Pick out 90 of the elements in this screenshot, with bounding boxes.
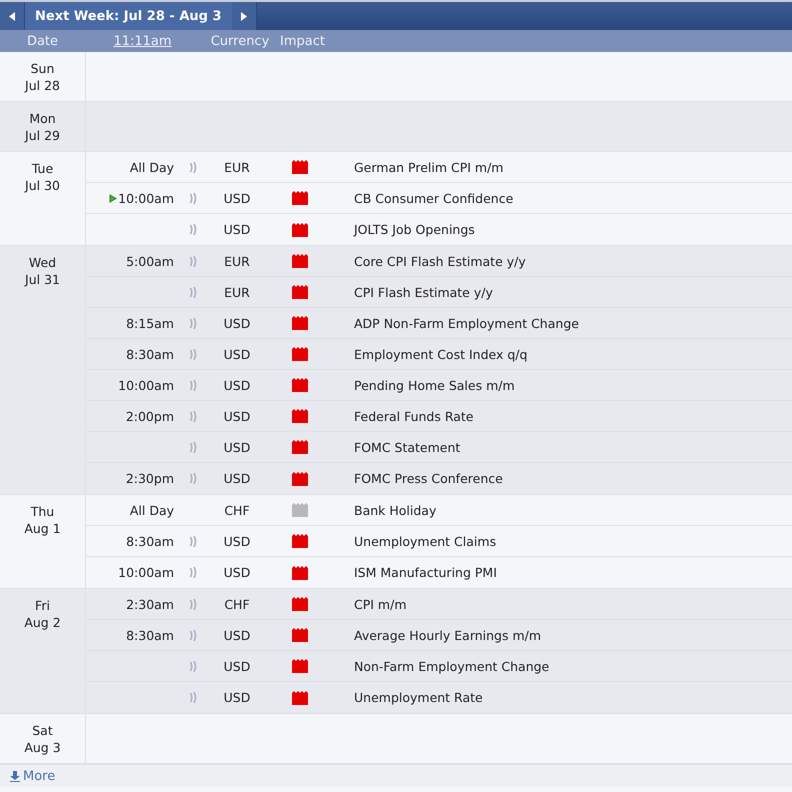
- sound-wave-icon[interactable]: [188, 223, 198, 236]
- sound-wave-icon[interactable]: [188, 286, 198, 298]
- week-title: Next Week: Jul 28 - Aug 3: [25, 2, 232, 30]
- sound-wave-icon[interactable]: [188, 440, 198, 454]
- currency-code: USD: [222, 440, 252, 454]
- event-time: All Day: [130, 502, 174, 518]
- event-title[interactable]: Federal Funds Rate: [337, 408, 474, 424]
- event-title[interactable]: FOMC Statement: [337, 440, 460, 454]
- currency-code: EUR: [223, 160, 251, 174]
- currency-code: USD: [222, 190, 252, 206]
- right-arrow-icon: [240, 12, 247, 20]
- event-time: 2:00pm: [126, 408, 174, 424]
- event-time: All Day: [130, 160, 174, 174]
- date-column-header: Date: [26, 34, 60, 48]
- next-week-button[interactable]: [232, 2, 257, 30]
- currency-code: USD: [222, 690, 252, 705]
- sound-wave-icon[interactable]: [188, 160, 198, 174]
- previous-week-button[interactable]: [0, 2, 25, 30]
- sound-wave-icon[interactable]: [188, 691, 198, 704]
- event-time: 10:00am: [118, 565, 174, 580]
- weekday-label: Sun: [30, 60, 54, 77]
- weekday-label: Tue: [32, 160, 54, 177]
- currency-code: USD: [222, 408, 252, 424]
- date-label: Jul 30: [25, 177, 60, 194]
- sound-wave-icon[interactable]: [188, 660, 198, 672]
- currency-code: USD: [222, 346, 252, 362]
- download-arrow-icon: [10, 770, 20, 782]
- weekday-label: Wed: [28, 254, 56, 271]
- currency-code: USD: [222, 222, 252, 237]
- event-time: 8:30am: [126, 346, 174, 362]
- event-title[interactable]: JOLTS Job Openings: [337, 222, 475, 237]
- event-title[interactable]: ISM Manufacturing PMI: [337, 565, 497, 580]
- left-arrow-icon: [9, 12, 15, 20]
- weekday-label: Mon: [29, 110, 56, 127]
- event-title[interactable]: Average Hourly Earnings m/m: [337, 628, 542, 642]
- sound-wave-icon[interactable]: [188, 316, 198, 330]
- event-title[interactable]: German Prelim CPI m/m: [337, 160, 504, 174]
- sound-wave-icon[interactable]: [188, 254, 198, 268]
- date-label: Jul 29: [25, 127, 60, 144]
- impact-column-header: Impact: [280, 34, 326, 48]
- sound-wave-icon[interactable]: [188, 472, 198, 485]
- event-title[interactable]: FOMC Press Conference: [337, 471, 503, 486]
- date-label: Jul 31: [25, 271, 60, 288]
- event-time: 8:30am: [126, 628, 174, 642]
- event-time: 5:00am: [126, 254, 174, 268]
- date-label: Jul 28: [25, 77, 60, 94]
- currency-code: EUR: [223, 254, 251, 268]
- event-time: 8:30am: [126, 534, 174, 548]
- event-title[interactable]: ADP Non-Farm Employment Change: [337, 316, 579, 330]
- event-title[interactable]: Pending Home Sales m/m: [337, 378, 515, 392]
- currency-code: CHF: [223, 596, 251, 612]
- more-link[interactable]: More: [10, 768, 56, 784]
- date-label: Aug 1: [24, 520, 61, 537]
- currency-code: USD: [222, 534, 252, 548]
- currency-code: USD: [222, 378, 252, 392]
- event-title[interactable]: Employment Cost Index q/q: [337, 346, 528, 362]
- event-title[interactable]: CB Consumer Confidence: [337, 190, 514, 206]
- event-time: 10:00am: [118, 378, 174, 392]
- sound-wave-icon[interactable]: [188, 598, 198, 610]
- weekday-label: Fri: [35, 597, 50, 614]
- currency-code: USD: [222, 628, 252, 642]
- date-label: Aug 3: [24, 739, 61, 756]
- event-title[interactable]: CPI m/m: [337, 596, 406, 612]
- event-title[interactable]: Bank Holiday: [337, 502, 436, 518]
- sound-wave-icon[interactable]: [188, 348, 198, 360]
- event-time: 2:30pm: [126, 471, 174, 486]
- sound-wave-icon[interactable]: [188, 534, 198, 548]
- event-time: 8:15am: [126, 316, 174, 330]
- event-title[interactable]: Unemployment Rate: [337, 690, 483, 705]
- sound-wave-icon[interactable]: [188, 410, 198, 422]
- weekday-label: Thu: [30, 503, 54, 520]
- currency-code: USD: [222, 658, 252, 674]
- currency-code: USD: [222, 316, 252, 330]
- currency-column-header: Currency: [210, 34, 270, 48]
- currency-code: USD: [222, 471, 252, 486]
- currency-code: USD: [222, 565, 252, 580]
- currency-code: EUR: [223, 284, 251, 300]
- sound-wave-icon[interactable]: [188, 378, 198, 392]
- sound-wave-icon[interactable]: [188, 566, 198, 579]
- event-time: 2:30am: [126, 596, 174, 612]
- date-label: Aug 2: [24, 614, 61, 631]
- sound-wave-icon[interactable]: [188, 192, 198, 204]
- weekday-label: Sat: [32, 722, 53, 739]
- event-title[interactable]: CPI Flash Estimate y/y: [337, 284, 493, 300]
- currency-code: CHF: [223, 502, 251, 518]
- event-title[interactable]: Non-Farm Employment Change: [337, 658, 550, 674]
- event-title[interactable]: Unemployment Claims: [337, 534, 496, 548]
- event-time: 10:00am: [118, 190, 174, 206]
- event-title[interactable]: Core CPI Flash Estimate y/y: [337, 254, 526, 268]
- sound-wave-icon[interactable]: [188, 628, 198, 642]
